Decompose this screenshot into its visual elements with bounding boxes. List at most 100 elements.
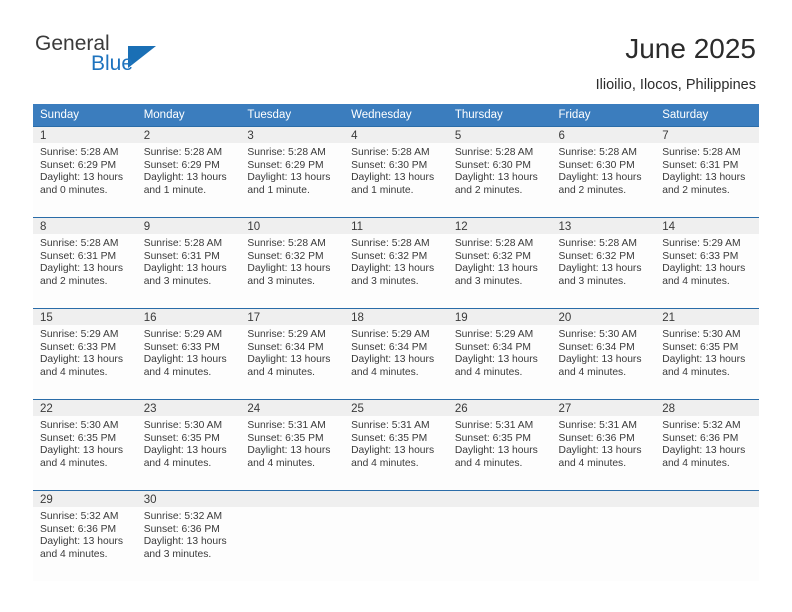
daylight-text-line2: and 4 minutes. — [351, 366, 419, 378]
daylight-text-line1: Daylight: 13 hours — [247, 263, 331, 275]
daylight-text-line2: and 3 minutes. — [247, 275, 315, 287]
day-number: 12 — [447, 218, 552, 234]
sunset-text: Sunset: 6:29 PM — [40, 159, 117, 171]
calendar-week-row: 29 Sunrise: 5:32 AM Sunset: 6:36 PM Dayligh… — [33, 490, 759, 581]
sunrise-text: Sunrise: 5:28 AM — [40, 147, 119, 158]
daylight-text-line1: Daylight: 13 hours — [558, 445, 642, 457]
sunrise-text: Sunrise: 5:32 AM — [662, 420, 741, 431]
calendar-day-cell[interactable]: 30 Sunrise: 5:32 AM Sunset: 6:36 PM Dayligh… — [136, 490, 241, 581]
calendar-day-cell[interactable]: 4 Sunrise: 5:28 AM Sunset: 6:30 PM Daylight… — [344, 126, 448, 218]
calendar-day-cell[interactable]: 23 Sunrise: 5:30 AM Sunset: 6:35 PM Dayligh… — [136, 399, 241, 491]
daylight-text-line2: and 3 minutes. — [143, 548, 212, 560]
daylight-text-line1: Daylight: 13 hours — [351, 263, 435, 275]
calendar-empty-cell — [344, 490, 448, 581]
calendar-day-cell[interactable]: 7 Sunrise: 5:28 AM Sunset: 6:31 PM Daylight… — [655, 126, 759, 218]
daylight-text-line2: and 4 minutes. — [558, 457, 627, 469]
sunrise-text: Sunrise: 5:28 AM — [351, 238, 430, 249]
daylight-text-line2: and 1 minute. — [143, 184, 207, 196]
daylight-text-line1: Daylight: 13 hours — [454, 354, 538, 366]
calendar-week-row: 8 Sunrise: 5:28 AM Sunset: 6:31 PM Daylight… — [33, 217, 759, 309]
calendar-day-cell[interactable]: 22 Sunrise: 5:30 AM Sunset: 6:35 PM Dayligh… — [33, 399, 137, 491]
daylight-text-line2: and 4 minutes. — [662, 275, 730, 287]
calendar-day-cell[interactable]: 13 Sunrise: 5:28 AM Sunset: 6:32 PM Dayligh… — [551, 217, 656, 309]
day-details: Sunrise: 5:28 AM Sunset: 6:32 PM Daylight:… — [552, 234, 656, 288]
brand-logo[interactable]: General Blue — [35, 32, 165, 82]
day-details: Sunrise: 5:29 AM Sunset: 6:33 PM Daylight:… — [33, 325, 137, 379]
daylight-text-line2: and 4 minutes. — [351, 457, 419, 469]
calendar-day-cell[interactable]: 11 Sunrise: 5:28 AM Sunset: 6:32 PM Dayligh… — [344, 217, 448, 309]
calendar-empty-cell — [551, 490, 656, 581]
sunrise-text: Sunrise: 5:28 AM — [351, 147, 430, 158]
sunset-text: Sunset: 6:31 PM — [143, 250, 220, 262]
day-details: Sunrise: 5:28 AM Sunset: 6:30 PM Daylight:… — [552, 143, 656, 197]
calendar-day-cell[interactable]: 17 Sunrise: 5:29 AM Sunset: 6:34 PM Dayligh… — [240, 308, 345, 400]
weekday-header-monday: Monday — [136, 104, 241, 127]
sunset-text: Sunset: 6:32 PM — [247, 250, 324, 262]
calendar-day-cell[interactable]: 12 Sunrise: 5:28 AM Sunset: 6:32 PM Dayligh… — [447, 217, 552, 309]
sunrise-text: Sunrise: 5:30 AM — [662, 329, 741, 340]
daylight-text-line2: and 4 minutes. — [40, 548, 108, 560]
daylight-text-line2: and 2 minutes. — [662, 184, 730, 196]
day-number: 11 — [344, 218, 448, 234]
calendar-day-cell[interactable]: 2 Sunrise: 5:28 AM Sunset: 6:29 PM Daylight… — [136, 126, 241, 218]
daylight-text-line1: Daylight: 13 hours — [143, 536, 227, 548]
calendar-day-cell[interactable]: 6 Sunrise: 5:28 AM Sunset: 6:30 PM Daylight… — [551, 126, 656, 218]
calendar-day-cell[interactable]: 16 Sunrise: 5:29 AM Sunset: 6:33 PM Dayligh… — [136, 308, 241, 400]
sunrise-text: Sunrise: 5:28 AM — [558, 238, 637, 249]
calendar-day-cell[interactable]: 14 Sunrise: 5:29 AM Sunset: 6:33 PM Dayligh… — [655, 217, 759, 309]
calendar-day-cell[interactable]: 18 Sunrise: 5:29 AM Sunset: 6:34 PM Dayligh… — [344, 308, 448, 400]
calendar-day-cell[interactable]: 21 Sunrise: 5:30 AM Sunset: 6:35 PM Dayligh… — [655, 308, 759, 400]
calendar-day-cell[interactable]: 10 Sunrise: 5:28 AM Sunset: 6:32 PM Dayligh… — [240, 217, 345, 309]
day-number — [655, 491, 759, 507]
calendar-body: 1 Sunrise: 5:28 AM Sunset: 6:29 PM Daylight… — [33, 126, 759, 581]
calendar-day-cell[interactable]: 20 Sunrise: 5:30 AM Sunset: 6:34 PM Dayligh… — [551, 308, 656, 400]
calendar-day-cell[interactable]: 26 Sunrise: 5:31 AM Sunset: 6:35 PM Dayligh… — [447, 399, 552, 491]
calendar-header-row: Sunday Monday Tuesday Wednesday Thursday… — [33, 104, 759, 127]
daylight-text-line1: Daylight: 13 hours — [351, 172, 435, 184]
sunset-text: Sunset: 6:36 PM — [558, 432, 635, 444]
calendar-day-cell[interactable]: 5 Sunrise: 5:28 AM Sunset: 6:30 PM Daylight… — [447, 126, 552, 218]
day-number — [551, 491, 656, 507]
daylight-text-line2: and 3 minutes. — [143, 275, 212, 287]
sunset-text: Sunset: 6:32 PM — [454, 250, 531, 262]
day-details: Sunrise: 5:28 AM Sunset: 6:31 PM Daylight:… — [137, 234, 241, 288]
day-number — [240, 491, 345, 507]
sunset-text: Sunset: 6:35 PM — [247, 432, 324, 444]
daylight-text-line1: Daylight: 13 hours — [40, 536, 123, 548]
daylight-text-line2: and 4 minutes. — [40, 457, 108, 469]
daylight-text-line1: Daylight: 13 hours — [143, 263, 227, 275]
calendar-day-cell[interactable]: 1 Sunrise: 5:28 AM Sunset: 6:29 PM Daylight… — [33, 126, 137, 218]
daylight-text-line1: Daylight: 13 hours — [247, 445, 331, 457]
daylight-text-line1: Daylight: 13 hours — [143, 354, 227, 366]
calendar-day-cell[interactable]: 15 Sunrise: 5:29 AM Sunset: 6:33 PM Dayligh… — [33, 308, 137, 400]
day-number: 20 — [551, 309, 656, 325]
calendar-day-cell[interactable]: 29 Sunrise: 5:32 AM Sunset: 6:36 PM Dayligh… — [33, 490, 137, 581]
calendar-day-cell[interactable]: 8 Sunrise: 5:28 AM Sunset: 6:31 PM Daylight… — [33, 217, 137, 309]
daylight-text-line1: Daylight: 13 hours — [351, 354, 435, 366]
calendar-day-cell[interactable]: 27 Sunrise: 5:31 AM Sunset: 6:36 PM Dayligh… — [551, 399, 656, 491]
page-title: June 2025 — [625, 33, 756, 64]
day-details: Sunrise: 5:30 AM Sunset: 6:35 PM Daylight:… — [137, 416, 241, 470]
day-number: 14 — [655, 218, 759, 234]
day-details: Sunrise: 5:29 AM Sunset: 6:34 PM Daylight:… — [344, 325, 448, 379]
sunset-text: Sunset: 6:35 PM — [351, 432, 428, 444]
sunrise-text: Sunrise: 5:28 AM — [247, 147, 326, 158]
calendar-day-cell[interactable]: 3 Sunrise: 5:28 AM Sunset: 6:29 PM Daylight… — [240, 126, 345, 218]
sunset-text: Sunset: 6:30 PM — [454, 159, 531, 171]
daylight-text-line1: Daylight: 13 hours — [143, 172, 227, 184]
daylight-text-line2: and 0 minutes. — [40, 184, 108, 196]
day-details: Sunrise: 5:31 AM Sunset: 6:35 PM Daylight:… — [240, 416, 344, 470]
day-number: 21 — [655, 309, 759, 325]
sunset-text: Sunset: 6:35 PM — [662, 341, 739, 353]
day-number: 2 — [136, 127, 241, 143]
calendar-day-cell[interactable]: 9 Sunrise: 5:28 AM Sunset: 6:31 PM Daylight… — [136, 217, 241, 309]
calendar-day-cell[interactable]: 28 Sunrise: 5:32 AM Sunset: 6:36 PM Dayligh… — [655, 399, 759, 491]
daylight-text-line2: and 3 minutes. — [454, 275, 523, 287]
calendar-day-cell[interactable]: 25 Sunrise: 5:31 AM Sunset: 6:35 PM Dayligh… — [344, 399, 448, 491]
sunset-text: Sunset: 6:34 PM — [247, 341, 324, 353]
sunset-text: Sunset: 6:36 PM — [143, 523, 220, 535]
calendar-day-cell[interactable]: 19 Sunrise: 5:29 AM Sunset: 6:34 PM Dayligh… — [447, 308, 552, 400]
calendar-day-cell[interactable]: 24 Sunrise: 5:31 AM Sunset: 6:35 PM Dayligh… — [240, 399, 345, 491]
day-number: 26 — [447, 400, 552, 416]
day-number: 1 — [33, 127, 137, 143]
